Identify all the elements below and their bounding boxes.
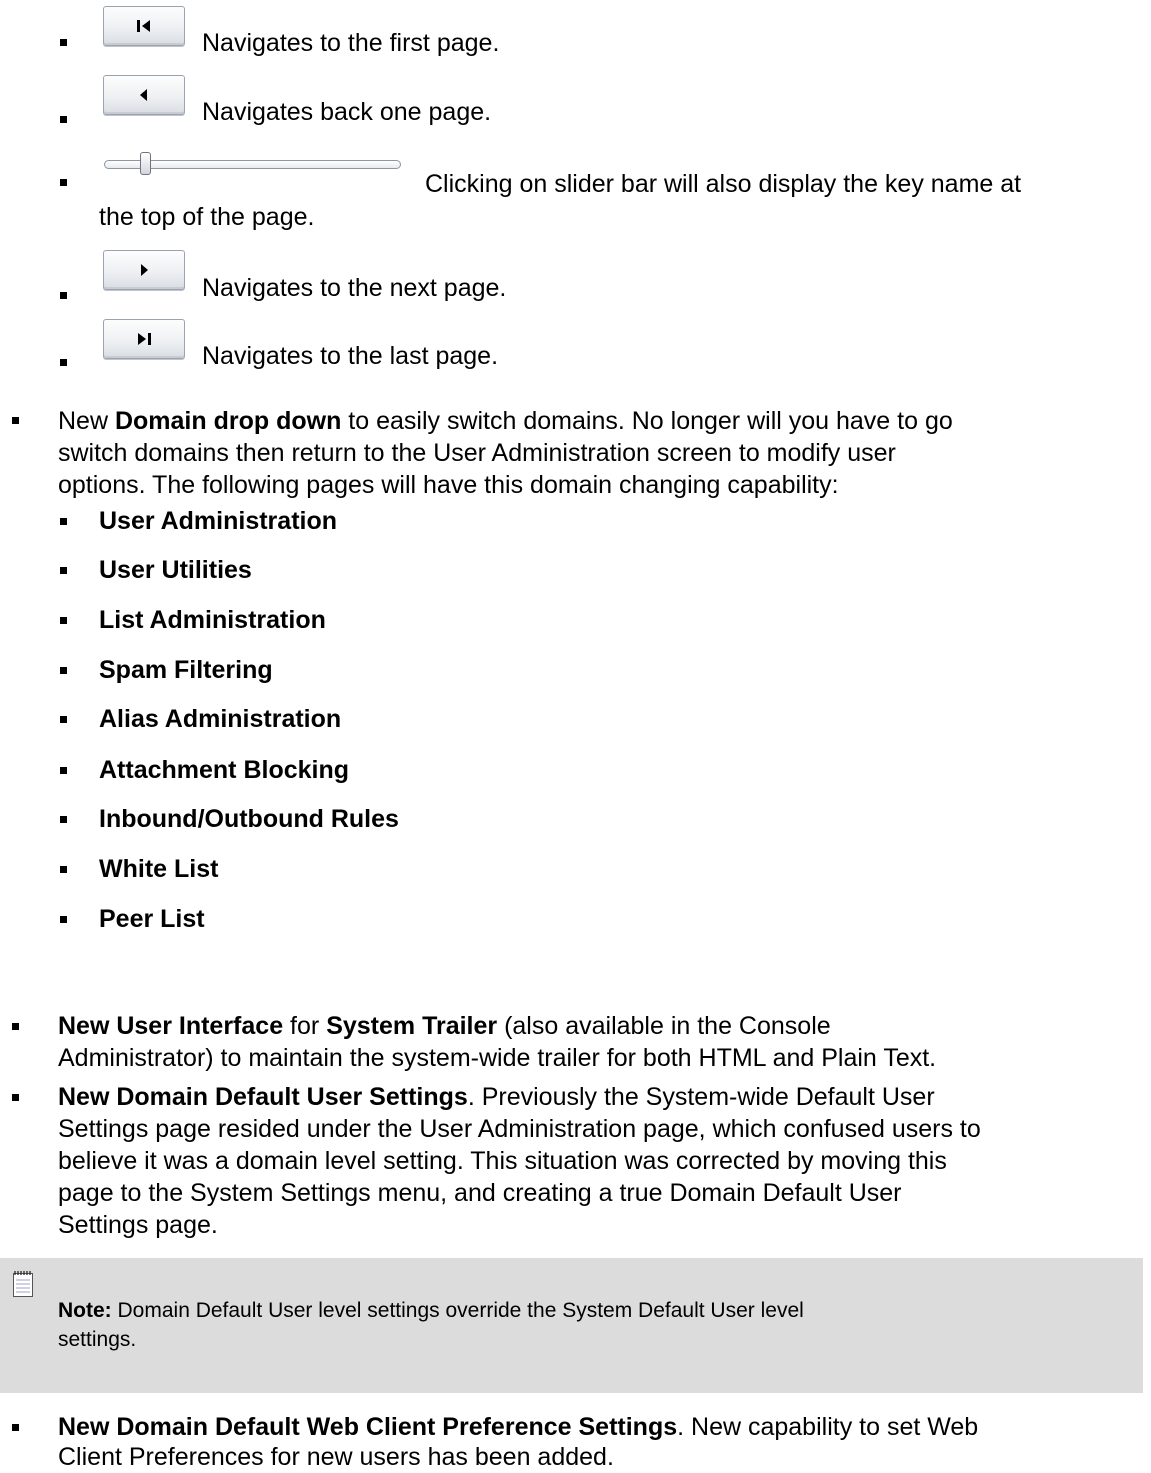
- list-bullet: [60, 359, 67, 366]
- page-name: White List: [99, 855, 219, 883]
- system-trailer-term2: System Trailer: [326, 1012, 498, 1040]
- note-line1: Note: Domain Default User level settings…: [58, 1296, 804, 1325]
- list-item: Attachment Blocking: [99, 754, 349, 786]
- domain-default-user-term: New Domain Default User Settings: [58, 1083, 468, 1111]
- previous-page-button[interactable]: [103, 75, 185, 115]
- domain-dropdown-line2: switch domains then return to the User A…: [58, 439, 896, 467]
- list-bullet: [12, 1094, 19, 1101]
- list-bullet: [60, 39, 67, 46]
- list-bullet: [60, 866, 67, 873]
- system-trailer-line2: Administrator) to maintain the system-wi…: [58, 1044, 937, 1072]
- page-name: Attachment Blocking: [99, 756, 350, 784]
- text-span: . Previously the System-wide Default Use…: [467, 1083, 935, 1111]
- slider-bar[interactable]: [104, 152, 404, 178]
- list-bullet: [60, 617, 67, 624]
- system-trailer-line1: New User Interface for System Trailer (a…: [58, 1010, 831, 1042]
- first-page-icon: [137, 20, 150, 32]
- list-bullet: [60, 179, 67, 186]
- list-item: Peer List: [99, 903, 205, 935]
- list-bullet: [60, 567, 67, 574]
- domain-default-user-line4: page to the System Settings menu, and cr…: [58, 1179, 902, 1207]
- slider-thumb[interactable]: [140, 152, 151, 175]
- text-span: (also available in the Console: [497, 1012, 831, 1040]
- list-bullet: [60, 916, 67, 923]
- list-bullet: [60, 518, 67, 525]
- list-bullet: [12, 417, 19, 424]
- list-item: White List: [99, 853, 218, 885]
- last-page-description: Navigates to the last page.: [202, 342, 499, 370]
- first-page-description: Navigates to the first page.: [202, 29, 500, 57]
- text-span: for: [283, 1012, 327, 1040]
- slider-description-line2: the top of the page.: [99, 203, 315, 231]
- page-name: Alias Administration: [99, 705, 342, 733]
- domain-default-user-line3: believe it was a domain level setting. T…: [58, 1147, 947, 1175]
- web-client-term: New Domain Default Web Client Preference…: [58, 1413, 678, 1441]
- text-span: Domain Default User level settings overr…: [111, 1299, 804, 1322]
- page-name: Inbound/Outbound Rules: [99, 805, 399, 833]
- list-item: List Administration: [99, 604, 326, 636]
- previous-page-description: Navigates back one page.: [202, 98, 492, 126]
- list-bullet: [12, 1023, 19, 1030]
- list-bullet: [60, 667, 67, 674]
- domain-dropdown-line1: New Domain drop down to easily switch do…: [58, 405, 953, 437]
- page-name: Spam Filtering: [99, 656, 273, 684]
- list-bullet: [60, 816, 67, 823]
- slider-description-line1: Clicking on slider bar will also display…: [425, 170, 1022, 198]
- list-bullet: [60, 716, 67, 723]
- first-page-button[interactable]: [103, 6, 185, 46]
- domain-default-user-line2: Settings page resided under the User Adm…: [58, 1115, 981, 1143]
- web-client-line2: Client Preferences for new users has bee…: [58, 1443, 614, 1471]
- text-span: to easily switch domains. No longer will…: [341, 407, 953, 435]
- last-page-icon: [138, 333, 151, 345]
- domain-dropdown-line3: options. The following pages will have t…: [58, 471, 839, 499]
- list-item: User Utilities: [99, 554, 252, 586]
- note-line2: settings.: [58, 1328, 137, 1351]
- page-name: User Administration: [99, 507, 338, 535]
- text-span: . New capability to set Web: [677, 1413, 979, 1441]
- text-span: New: [58, 407, 115, 435]
- list-bullet: [60, 767, 67, 774]
- page-name: List Administration: [99, 606, 326, 634]
- list-bullet: [60, 116, 67, 123]
- list-bullet: [12, 1424, 19, 1431]
- next-page-description: Navigates to the next page.: [202, 274, 507, 302]
- note-box: Note: Domain Default User level settings…: [0, 1258, 1143, 1393]
- page-name: User Utilities: [99, 556, 252, 584]
- next-page-icon: [141, 264, 148, 276]
- list-item: User Administration: [99, 505, 337, 537]
- note-label: Note:: [58, 1299, 112, 1322]
- list-item: Inbound/Outbound Rules: [99, 803, 399, 835]
- domain-default-user-line1: New Domain Default User Settings. Previo…: [58, 1081, 935, 1113]
- previous-page-icon: [140, 89, 147, 101]
- last-page-button[interactable]: [103, 319, 185, 359]
- list-bullet: [60, 292, 67, 299]
- web-client-line1: New Domain Default Web Client Preference…: [58, 1411, 978, 1443]
- system-trailer-term1: New User Interface: [58, 1012, 284, 1040]
- next-page-button[interactable]: [103, 250, 185, 290]
- domain-dropdown-term: Domain drop down: [114, 407, 342, 435]
- list-item: Alias Administration: [99, 703, 341, 735]
- notepad-icon: [13, 1271, 33, 1297]
- domain-default-user-line5: Settings page.: [58, 1211, 218, 1239]
- page-name: Peer List: [99, 905, 205, 933]
- list-item: Spam Filtering: [99, 654, 273, 686]
